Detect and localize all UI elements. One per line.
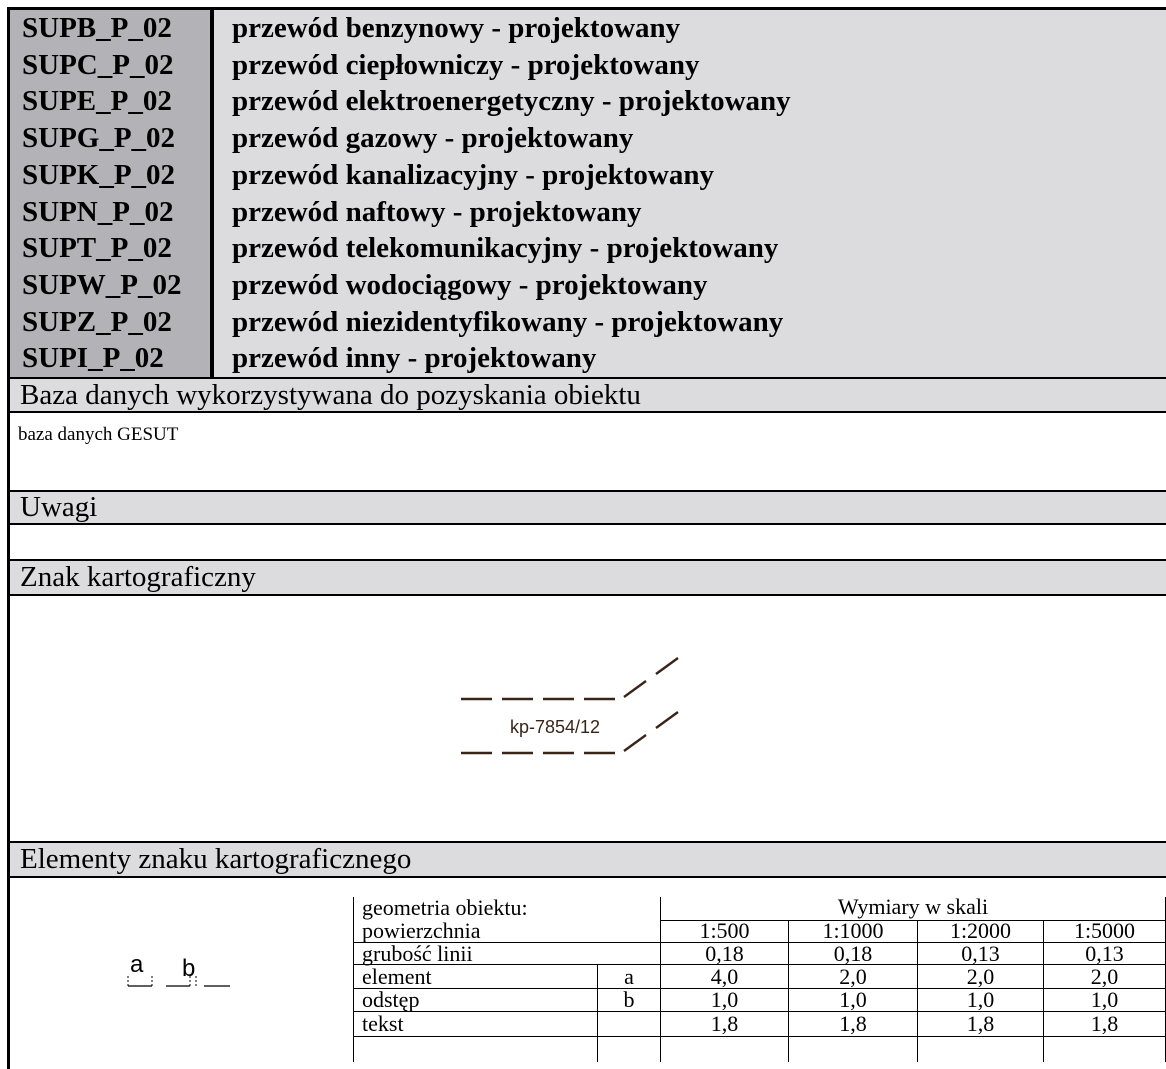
object-row: SUPT_P_02 przewód telekomunikacyjny - pr… [10, 230, 1166, 267]
object-description: przewód telekomunikacyjny - projektowany [232, 232, 779, 265]
object-row: SUPZ_P_02 przewód niezidentyfikowany - p… [10, 304, 1166, 341]
object-description: przewód ciepłowniczy - projektowany [232, 48, 700, 81]
section-header-symbol: Znak kartograficzny [10, 561, 1166, 594]
object-description: przewód elektroenergetyczny - projektowa… [232, 85, 791, 118]
object-code: SUPN_P_02 [22, 195, 174, 228]
object-description: przewód niezidentyfikowany - projektowan… [232, 305, 784, 338]
object-row: SUPN_P_02 przewód naftowy - projektowany [10, 194, 1166, 231]
object-description: przewód inny - projektowany [232, 342, 597, 375]
object-row: SUPG_P_02 przewód gazowy - projektowany [10, 120, 1166, 157]
object-code: SUPW_P_02 [22, 268, 182, 301]
cartographic-symbol: kp-7854/12 [461, 657, 679, 755]
section-title: Elementy znaku kartograficznego [20, 843, 412, 875]
object-description: przewód kanalizacyjny - projektowany [232, 158, 714, 191]
section-header-elements: Elementy znaku kartograficznego [10, 843, 1166, 876]
object-row: SUPB_P_02 przewód benzynowy - projektowa… [10, 10, 1166, 47]
table-cell: 1,8 [966, 1011, 995, 1036]
table-cell: 1,8 [710, 1011, 739, 1036]
section-title: Uwagi [20, 491, 98, 523]
object-code: SUPG_P_02 [22, 122, 176, 155]
object-code: SUPT_P_02 [22, 232, 172, 265]
row-key: b [623, 987, 635, 1012]
symbol-label: kp-7854/12 [510, 717, 600, 737]
section-title: Baza danych wykorzystywana do pozyskania… [20, 379, 641, 411]
object-code: SUPB_P_02 [22, 12, 172, 44]
object-row: SUPC_P_02 przewód ciepłowniczy - projekt… [10, 47, 1166, 84]
divider [10, 594, 1166, 596]
table-cell: 1,8 [1090, 1011, 1119, 1036]
object-row: SUPE_P_02 przewód elektroenergetyczny - … [10, 83, 1166, 120]
divider [10, 523, 1166, 525]
elements-table: geometria obiektu: powierzchnia Wymiary … [10, 894, 1166, 1062]
object-description: przewód naftowy - projektowany [232, 195, 642, 228]
section-header-database: Baza danych wykorzystywana do pozyskania… [10, 379, 1166, 411]
object-code-table: SUPB_P_02 przewód benzynowy - projektowa… [10, 10, 1166, 377]
object-description: przewód benzynowy - projektowany [232, 12, 681, 44]
object-description: przewód wodociągowy - projektowany [232, 268, 708, 301]
section-header-remarks: Uwagi [10, 492, 1166, 523]
section-title: Znak kartograficzny [20, 561, 256, 593]
database-value: baza danych GESUT [18, 424, 179, 445]
divider [10, 876, 1166, 878]
object-row: SUPI_P_02 przewód inny - projektowany [10, 340, 1166, 377]
table-cell: 1,8 [839, 1011, 867, 1036]
object-code: SUPK_P_02 [22, 158, 176, 191]
object-code: SUPZ_P_02 [22, 305, 172, 338]
object-row: SUPW_P_02 przewód wodociągowy - projekto… [10, 267, 1166, 304]
object-row: SUPK_P_02 przewód kanalizacyjny - projek… [10, 157, 1166, 194]
object-code: SUPI_P_02 [22, 342, 164, 375]
divider [10, 411, 1166, 413]
object-code: SUPC_P_02 [22, 48, 174, 81]
row-label: tekst [362, 1011, 404, 1036]
object-description: przewód gazowy - projektowany [232, 122, 634, 155]
object-code: SUPE_P_02 [22, 85, 172, 118]
